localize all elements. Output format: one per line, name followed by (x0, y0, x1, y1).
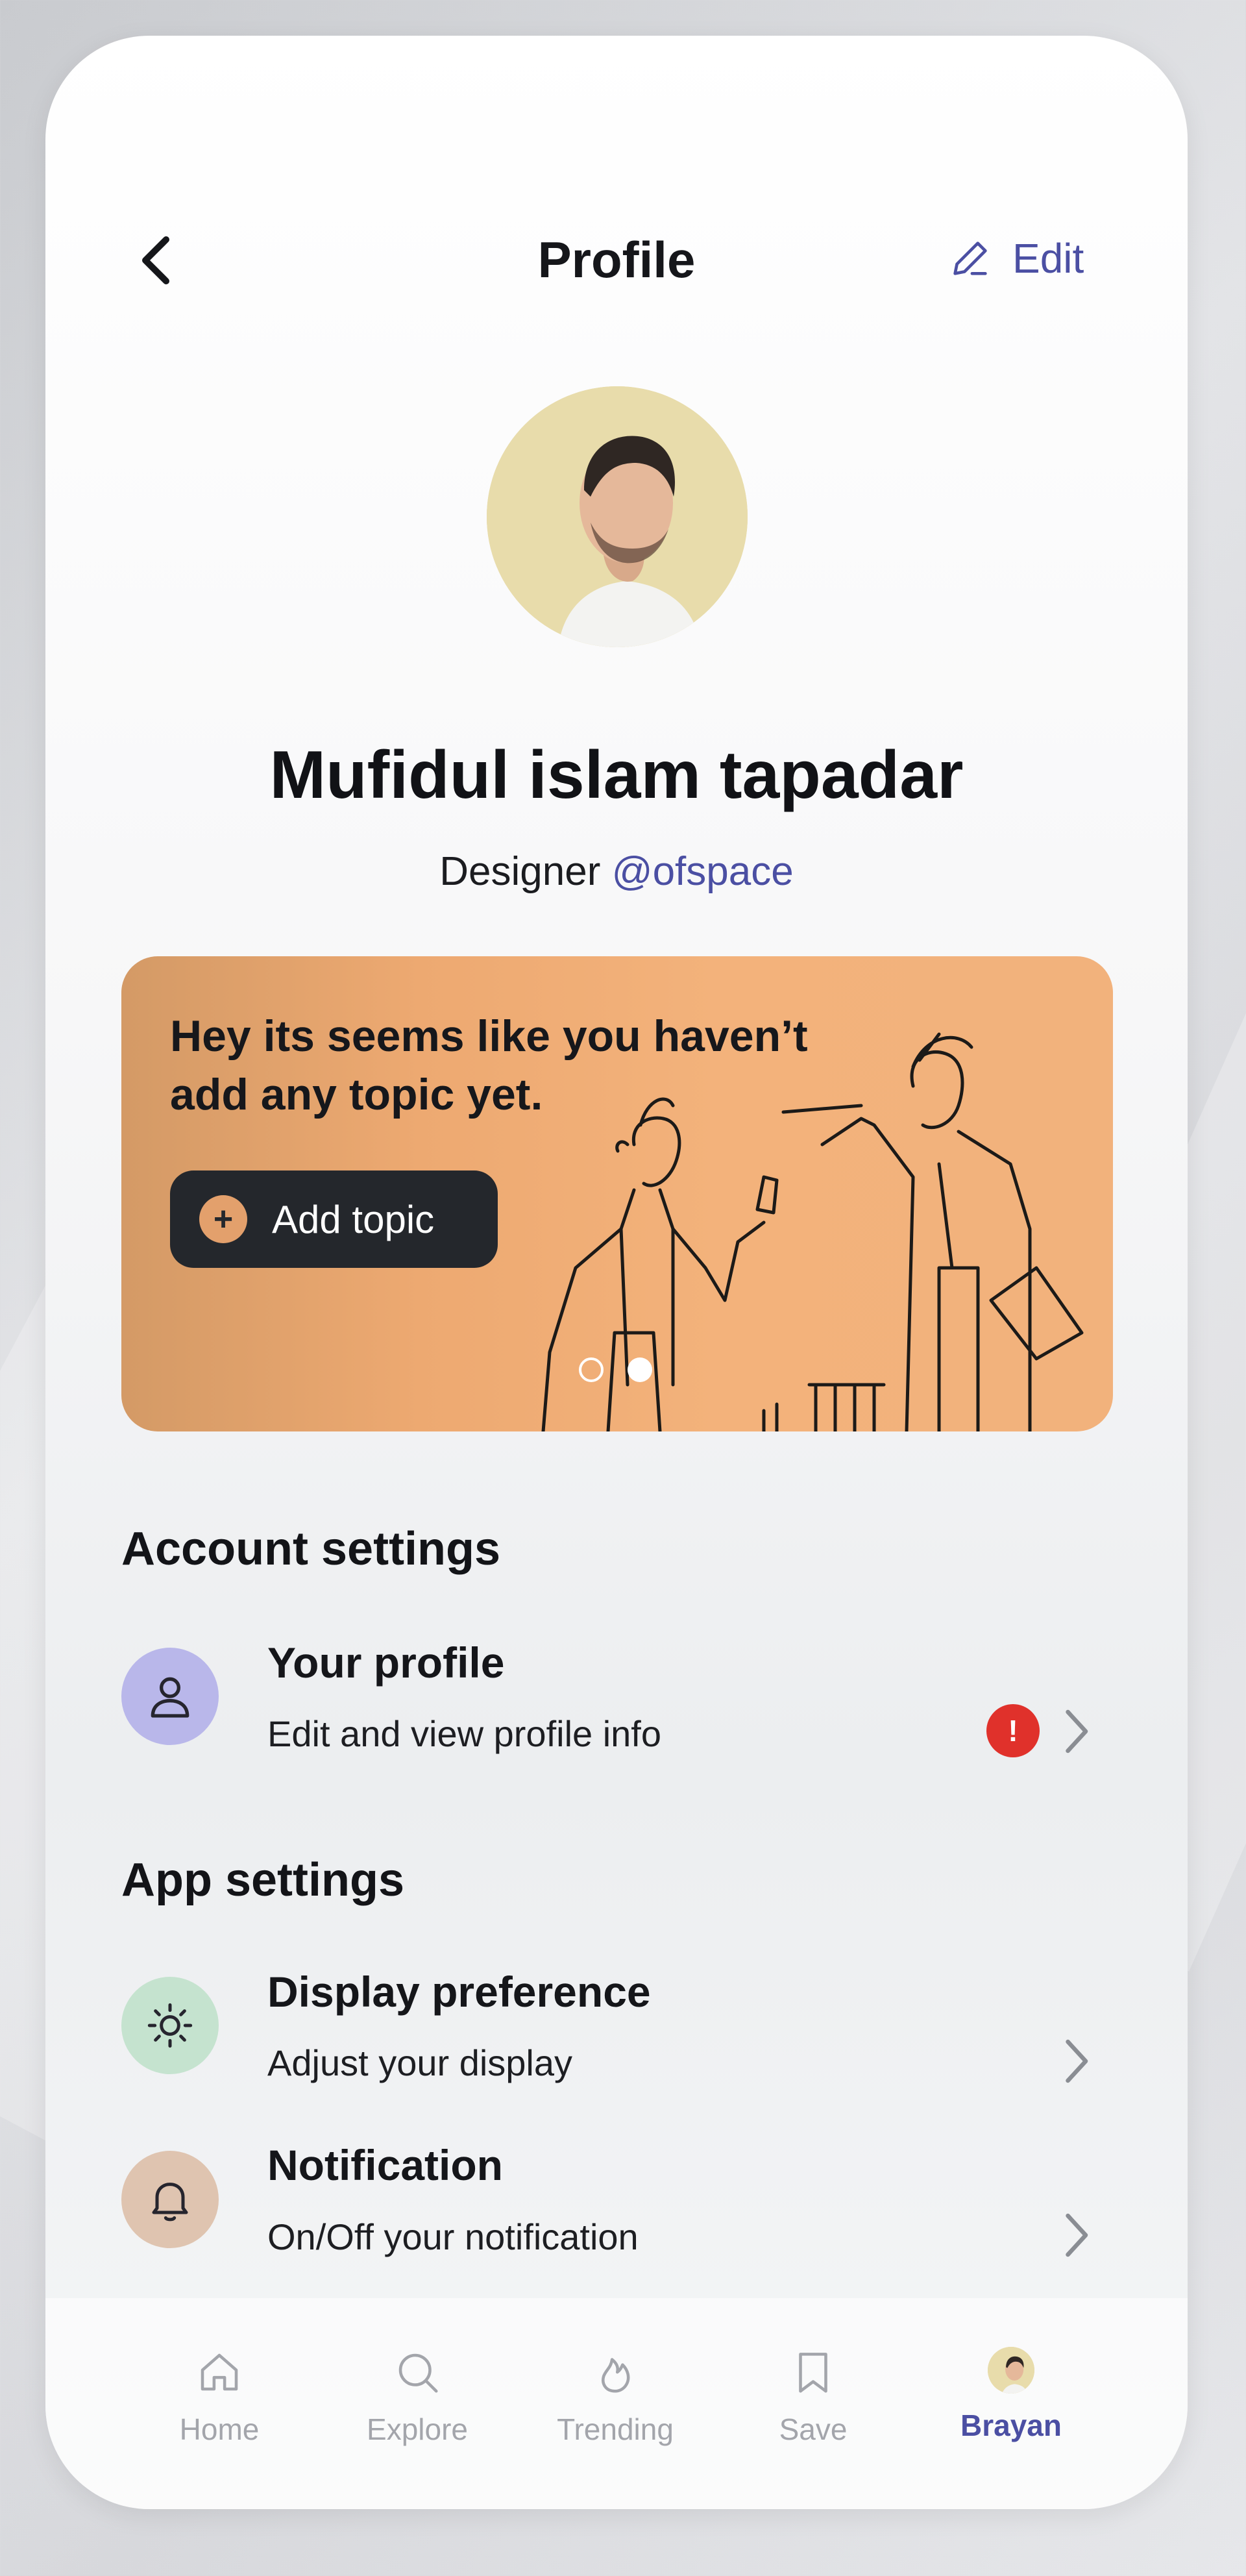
flame-icon (602, 2358, 630, 2393)
tab-save-label: Save (779, 2412, 848, 2446)
tab-explore[interactable]: Explore (333, 2347, 502, 2447)
account-settings-title: Account settings (121, 1523, 501, 1575)
edit-button[interactable]: Edit (947, 229, 1084, 288)
notification-icon-circle (121, 2151, 219, 2248)
bell-icon (152, 2183, 188, 2222)
add-topic-label: Add topic (272, 1197, 435, 1241)
profile-name: Mufidul islam tapadar (269, 737, 964, 813)
topic-banner: Hey its seems like you haven’t add any t… (121, 956, 1113, 1431)
plus-icon: + (199, 1195, 247, 1243)
sun-icon (147, 2003, 193, 2048)
your-profile-title[interactable]: Your profile (267, 1638, 504, 1687)
tab-trending[interactable]: Trending (531, 2347, 700, 2447)
banner-message: Hey its seems like you haven’t add any t… (170, 1011, 808, 1119)
add-topic-button[interactable]: + Add topic (170, 1170, 498, 1268)
bookmark-icon (799, 2353, 827, 2393)
carousel-dot-2-active[interactable] (628, 1357, 652, 1382)
avatar (988, 2347, 1034, 2394)
alert-badge: ! (986, 1704, 1040, 1757)
carousel-dot-1[interactable] (579, 1357, 604, 1382)
notification-title[interactable]: Notification (267, 2140, 503, 2190)
your-profile-icon-circle (121, 1648, 219, 1745)
chevron-right-icon[interactable] (1060, 2035, 1092, 2087)
notification-subtitle: On/Off your notification (267, 2216, 639, 2257)
tab-trending-label: Trending (557, 2412, 674, 2446)
home-icon (201, 2353, 238, 2391)
tab-explore-label: Explore (367, 2412, 468, 2446)
profile-bio: Designer @ofspace (45, 848, 1188, 895)
profile-role: Designer (439, 849, 601, 894)
avatar-portrait (487, 386, 748, 647)
app-settings-title: App settings (121, 1854, 405, 1906)
profile-handle[interactable]: @ofspace (612, 849, 794, 894)
pencil-icon (953, 242, 987, 275)
phone-screen: Profile Edit Mufidul islam tapadar Desig… (45, 36, 1188, 2509)
chevron-right-icon[interactable] (1060, 1705, 1092, 1757)
tab-save[interactable]: Save (729, 2347, 898, 2447)
tab-profile-label: Brayan (960, 2409, 1062, 2442)
chevron-right-icon[interactable] (1060, 2209, 1092, 2261)
user-icon (151, 1677, 189, 1718)
tab-home[interactable]: Home (135, 2347, 304, 2447)
display-preference-title[interactable]: Display preference (267, 1967, 651, 2016)
profile-avatar (487, 386, 748, 647)
display-icon-circle (121, 1977, 219, 2074)
tab-profile[interactable]: Brayan (927, 2347, 1095, 2443)
display-preference-subtitle: Adjust your display (267, 2042, 573, 2083)
search-icon (398, 2353, 438, 2393)
your-profile-subtitle: Edit and view profile info (267, 1713, 662, 1754)
edit-label: Edit (1012, 235, 1084, 282)
tab-home-label: Home (179, 2412, 260, 2446)
